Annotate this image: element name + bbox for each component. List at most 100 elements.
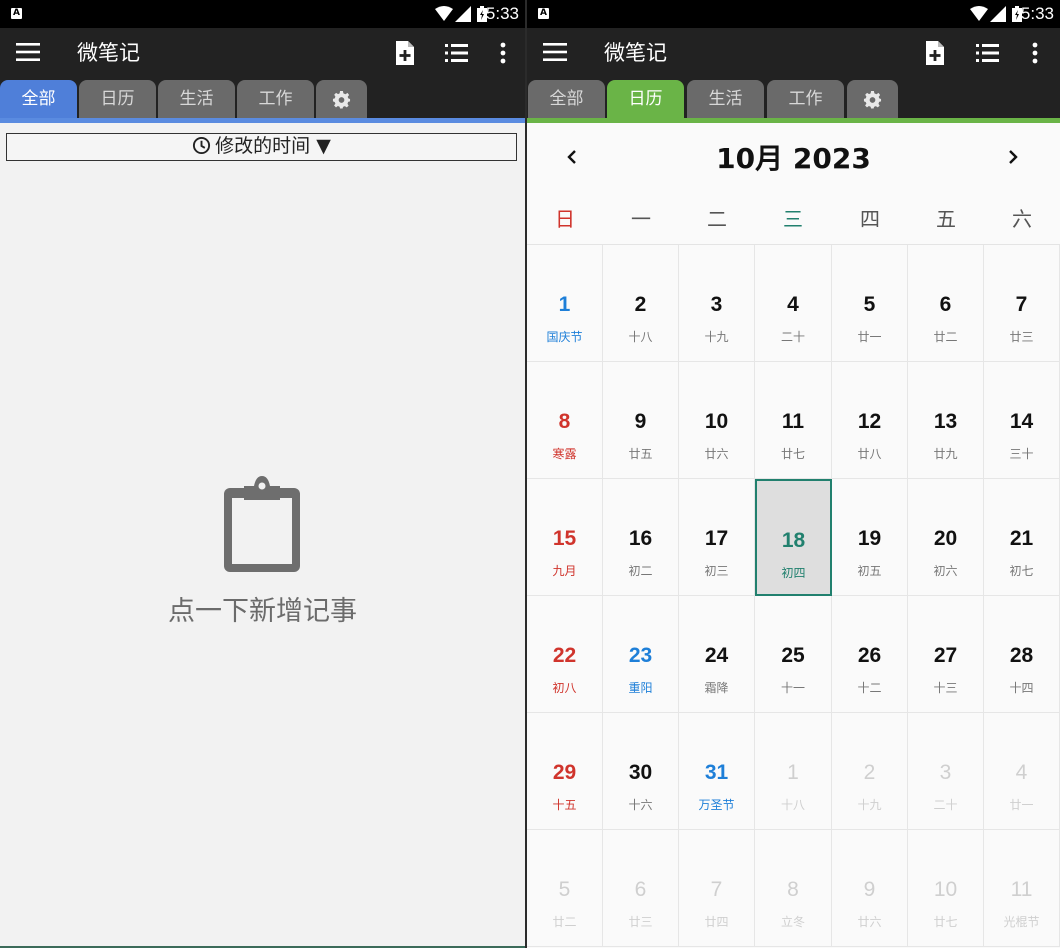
status-bar: A 5:33: [527, 0, 1060, 28]
chevron-right-icon[interactable]: [1006, 147, 1020, 167]
list-view-icon[interactable]: [975, 40, 1001, 66]
tab-settings[interactable]: [316, 80, 367, 118]
lunar-date: 十九: [704, 330, 729, 344]
status-time: 5:33: [1020, 4, 1054, 23]
calendar-day-cell[interactable]: 8 寒露: [527, 362, 603, 479]
calendar-day-cell[interactable]: 10 廿六: [679, 362, 755, 479]
calendar-day-cell[interactable]: 24 霜降: [679, 596, 755, 713]
new-note-icon[interactable]: [922, 40, 948, 66]
calendar-day-cell[interactable]: 14 三十: [984, 362, 1060, 479]
weekday-label: 三: [783, 207, 803, 231]
lunar-date: 初六: [933, 564, 958, 578]
tab-life[interactable]: 生活: [158, 80, 235, 118]
menu-icon[interactable]: [543, 42, 567, 62]
day-number: 8: [558, 410, 571, 433]
status-bar: A 5:33: [0, 0, 525, 28]
day-number: 21: [1009, 527, 1034, 550]
day-number: 15: [552, 527, 577, 550]
tab-all[interactable]: 全部: [0, 80, 77, 118]
calendar-day-cell[interactable]: 9 廿六: [832, 830, 908, 947]
tab-work[interactable]: 工作: [767, 80, 844, 118]
calendar-header: 10月 2023: [527, 123, 1060, 198]
lunar-date: 十六: [628, 798, 653, 812]
calendar-day-cell[interactable]: 7 廿四: [679, 830, 755, 947]
calendar-day-cell[interactable]: 4 二十: [755, 245, 832, 362]
lunar-date: 十二: [857, 681, 882, 695]
calendar-day-cell[interactable]: 1 国庆节: [527, 245, 603, 362]
calendar-day-cell[interactable]: 4 廿一: [984, 713, 1060, 830]
calendar-day-cell[interactable]: 2 十八: [603, 245, 679, 362]
app-toolbar: 微笔记: [0, 28, 525, 78]
calendar-day-cell[interactable]: 31 万圣节: [679, 713, 755, 830]
new-note-icon[interactable]: [392, 40, 418, 66]
day-number: 10: [933, 878, 958, 901]
signal-icon: [455, 6, 471, 22]
lunar-date: 重阳: [628, 681, 653, 695]
calendar-day-cell[interactable]: 26 十二: [832, 596, 908, 713]
calendar-day-cell[interactable]: 23 重阳: [603, 596, 679, 713]
calendar-day-cell[interactable]: 7 廿三: [984, 245, 1060, 362]
calendar-day-cell[interactable]: 10 廿七: [908, 830, 984, 947]
menu-icon[interactable]: [16, 42, 40, 62]
calendar-day-cell[interactable]: 22 初八: [527, 596, 603, 713]
calendar-day-cell[interactable]: 29 十五: [527, 713, 603, 830]
notification-icon: A: [11, 8, 22, 19]
calendar-day-cell[interactable]: 21 初七: [984, 479, 1060, 596]
more-options-icon[interactable]: [490, 40, 516, 66]
tab-all[interactable]: 全部: [528, 80, 605, 118]
calendar-day-cell[interactable]: 6 廿二: [908, 245, 984, 362]
calendar-day-cell[interactable]: 27 十三: [908, 596, 984, 713]
calendar-day-cell[interactable]: 2 十九: [832, 713, 908, 830]
lunar-date: 光棍节: [1003, 915, 1040, 929]
calendar-day-cell[interactable]: 11 光棍节: [984, 830, 1060, 947]
tab-calendar[interactable]: 日历: [79, 80, 156, 118]
calendar-day-cell[interactable]: 15 九月: [527, 479, 603, 596]
calendar-day-cell[interactable]: 17 初三: [679, 479, 755, 596]
calendar-day-cell[interactable]: 30 十六: [603, 713, 679, 830]
calendar-day-cell[interactable]: 6 廿三: [603, 830, 679, 947]
day-number: 11: [1010, 878, 1033, 901]
day-number: 4: [787, 293, 799, 316]
calendar-day-cell[interactable]: 25 十一: [755, 596, 832, 713]
calendar-day-cell[interactable]: 9 廿五: [603, 362, 679, 479]
notification-icon: A: [538, 8, 549, 19]
calendar-day-cell[interactable]: 18 初四: [755, 479, 832, 596]
calendar-day-cell[interactable]: 8 立冬: [755, 830, 832, 947]
lunar-date: 廿五: [628, 447, 653, 461]
calendar-day-cell[interactable]: 19 初五: [832, 479, 908, 596]
signal-icon: [990, 6, 1006, 22]
calendar-day-cell[interactable]: 3 二十: [908, 713, 984, 830]
tab-settings[interactable]: [847, 80, 898, 118]
day-number: 13: [933, 410, 958, 433]
calendar-day-cell[interactable]: 13 廿九: [908, 362, 984, 479]
calendar-day-cell[interactable]: 28 十四: [984, 596, 1060, 713]
tab-calendar[interactable]: 日历: [607, 80, 684, 118]
lunar-date: 二十: [780, 330, 805, 344]
weekday-label: 五: [936, 207, 956, 231]
lunar-date: 初二: [628, 564, 653, 578]
calendar-day-cell[interactable]: 11 廿七: [755, 362, 832, 479]
day-number: 26: [857, 644, 882, 667]
lunar-date: 立冬: [780, 915, 805, 929]
weekday-label: 日: [555, 207, 575, 231]
calendar-day-cell[interactable]: 1 十八: [755, 713, 832, 830]
calendar-day-cell[interactable]: 12 廿八: [832, 362, 908, 479]
empty-state-text[interactable]: 点一下新增记事: [0, 592, 525, 632]
tab-life[interactable]: 生活: [687, 80, 764, 118]
lunar-date: 九月: [552, 564, 577, 578]
calendar-day-cell[interactable]: 5 廿二: [527, 830, 603, 947]
weekday-label: 六: [1012, 207, 1032, 231]
calendar-day-cell[interactable]: 16 初二: [603, 479, 679, 596]
more-options-icon[interactable]: [1022, 40, 1048, 66]
lunar-date: 廿二: [933, 330, 958, 344]
gear-icon: [863, 90, 882, 109]
tab-work[interactable]: 工作: [237, 80, 314, 118]
calendar-day-cell[interactable]: 5 廿一: [832, 245, 908, 362]
list-view-icon[interactable]: [444, 40, 470, 66]
calendar-day-cell[interactable]: 20 初六: [908, 479, 984, 596]
sort-by-button[interactable]: 修改的时间 ▼: [6, 133, 517, 161]
lunar-date: 廿四: [704, 915, 729, 929]
day-number: 31: [704, 761, 729, 784]
day-number: 16: [628, 527, 653, 550]
calendar-day-cell[interactable]: 3 十九: [679, 245, 755, 362]
